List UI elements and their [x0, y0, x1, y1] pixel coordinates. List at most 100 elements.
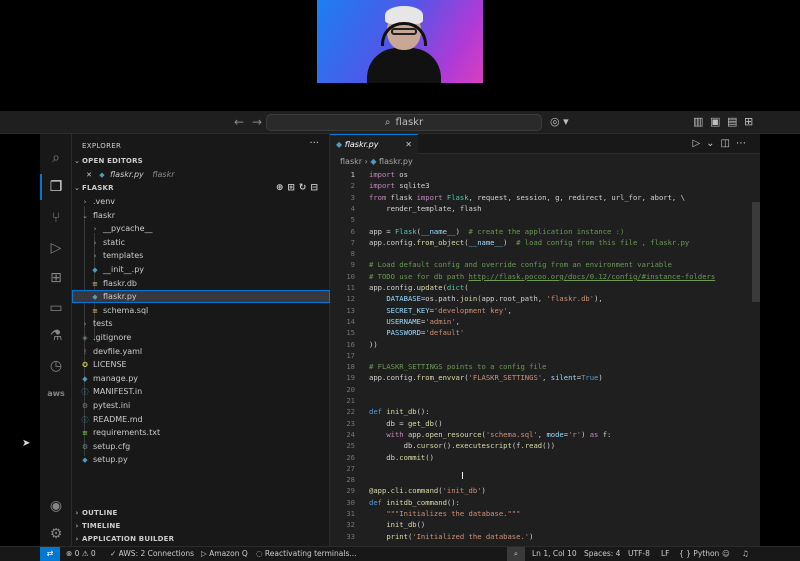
search-icon[interactable]: ⌕ — [46, 148, 66, 168]
remote-indicator[interactable]: ⇄ — [40, 547, 60, 561]
explorer-icon[interactable]: ❐ — [40, 174, 66, 200]
close-tab-icon[interactable]: ✕ — [405, 135, 412, 154]
outline-section[interactable]: › OUTLINE — [72, 507, 330, 520]
code-line[interactable]: 18 # FLASKR_SETTINGS points to a config f… — [330, 361, 760, 372]
code-line[interactable]: 15 PASSWORD='default' — [330, 327, 760, 338]
breadcrumb-folder[interactable]: flaskr — [340, 157, 362, 166]
explorer-more-actions[interactable]: ··· — [309, 138, 319, 149]
file-item[interactable]: ≡ flaskr.db — [72, 277, 330, 290]
chevron-down-icon[interactable]: ⌄ — [706, 138, 720, 149]
breadcrumb-file[interactable]: flaskr.py — [379, 157, 413, 166]
file-item[interactable]: ◆ __init__.py — [72, 263, 330, 276]
timeline-section[interactable]: › TIMELINE — [72, 520, 330, 533]
toggle-primary-sidebar-icon[interactable]: ▥ — [693, 115, 703, 128]
code-line[interactable]: 14 USERNAME='admin', — [330, 316, 760, 327]
new-folder-icon[interactable]: ⊞ — [287, 183, 299, 193]
scrollbar-thumb[interactable] — [752, 202, 760, 302]
tab-flaskr-py[interactable]: ◆ flaskr.py ✕ — [330, 134, 418, 154]
code-line[interactable]: 1 import os — [330, 169, 760, 180]
code-line[interactable]: 26 db.commit() — [330, 452, 760, 463]
editor-scrollbar[interactable] — [752, 154, 760, 546]
folder-item[interactable]: › __pycache__ — [72, 222, 330, 235]
file-item[interactable]: ⚙ pytest.ini — [72, 399, 330, 412]
notifications-icon[interactable]: ♫ — [742, 547, 749, 561]
file-item[interactable]: ⚙ setup.cfg — [72, 440, 330, 453]
file-item[interactable]: ◈ .gitignore — [72, 331, 330, 344]
code-line[interactable]: 30 def initdb_command(): — [330, 497, 760, 508]
code-line[interactable]: 6 app = Flask(__name__) # create the appl… — [330, 226, 760, 237]
more-actions-icon[interactable]: ⋯ — [736, 138, 752, 149]
folder-item[interactable]: › tests — [72, 317, 330, 330]
code-line[interactable]: 22 def init_db(): — [330, 406, 760, 417]
remote-explorer-icon[interactable]: ▭ — [46, 298, 66, 318]
code-line[interactable]: 8 — [330, 248, 760, 259]
code-line[interactable]: 13 SECRET_KEY='development key', — [330, 305, 760, 316]
code-line[interactable]: 29 @app.cli.command('init_db') — [330, 485, 760, 496]
account-icon[interactable]: ◉ — [46, 496, 66, 516]
code-line[interactable]: 17 — [330, 350, 760, 361]
back-button[interactable]: ← — [234, 115, 244, 129]
folder-item[interactable]: › .venv — [72, 195, 330, 208]
gitlens-icon[interactable]: ◷ — [46, 356, 66, 376]
code-line[interactable]: 4 render_template, flash — [330, 203, 760, 214]
code-line[interactable]: 33 print('Initialized the database.') — [330, 531, 760, 542]
code-line[interactable]: 21 — [330, 395, 760, 406]
indentation[interactable]: Spaces: 4 — [584, 547, 620, 561]
file-item[interactable]: ◆ manage.py — [72, 372, 330, 385]
command-center[interactable]: ⌕ flaskr — [266, 114, 542, 131]
new-file-icon[interactable]: ⊕ — [276, 183, 288, 193]
code-line[interactable]: 25 db.cursor().executescript(f.read()) — [330, 440, 760, 451]
testing-icon[interactable]: ⚗ — [46, 326, 66, 346]
code-line[interactable]: 7 app.config.from_object(__name__) # load… — [330, 237, 760, 248]
collapse-all-icon[interactable]: ⊟ — [310, 183, 322, 193]
forward-button[interactable]: → — [252, 115, 262, 129]
code-line[interactable]: 9 # Load default config and override conf… — [330, 259, 760, 270]
file-item[interactable]: ⓘ README.md — [72, 413, 330, 426]
aws-toolkit-icon[interactable]: aws — [46, 384, 66, 404]
file-item[interactable]: ◆ flaskr.py — [72, 290, 330, 304]
code-line[interactable]: 28 — [330, 474, 760, 485]
folder-item[interactable]: › static — [72, 236, 330, 249]
file-item[interactable]: ≡ requirements.txt — [72, 426, 330, 439]
run-python-icon[interactable]: ▷ — [692, 138, 706, 149]
file-item[interactable]: ✪ LICENSE — [72, 358, 330, 371]
split-editor-icon[interactable]: ◫ — [721, 138, 736, 149]
toggle-secondary-sidebar-icon[interactable]: ▤ — [727, 115, 737, 128]
source-control-icon[interactable]: ⑂ — [46, 208, 66, 228]
problems-indicator[interactable]: ⊗ 0 ⚠ 0 — [66, 547, 96, 561]
customize-layout-icon[interactable]: ⊞ — [744, 115, 753, 128]
code-line[interactable]: 23 db = get_db() — [330, 418, 760, 429]
end-of-line[interactable]: LF — [661, 547, 670, 561]
file-item[interactable]: ◆ setup.py — [72, 453, 330, 466]
settings-gear-icon[interactable]: ⚙ — [46, 524, 66, 544]
file-item[interactable]: ⓘ MANIFEST.in — [72, 385, 330, 398]
open-editors-section[interactable]: ⌄ OPEN EDITORS — [72, 155, 330, 168]
application-builder-section[interactable]: › APPLICATION BUILDER — [72, 533, 330, 546]
code-line[interactable]: 16)) — [330, 339, 760, 350]
code-line[interactable]: 10 # TODO use for db path http://flask.po… — [330, 271, 760, 282]
folder-item[interactable]: › templates — [72, 249, 330, 262]
code-line[interactable]: 27 — [330, 463, 760, 474]
code-line[interactable]: 19 app.config.from_envvar('FLASKR_SETTING… — [330, 372, 760, 383]
workspace-root[interactable]: ⌄ FLASKR ⊕⊞↻⊟ — [72, 182, 330, 195]
file-item[interactable]: ≡ schema.sql — [72, 304, 330, 317]
code-line[interactable]: 24 with app.open_resource('schema.sql', … — [330, 429, 760, 440]
aws-connections[interactable]: ✓ AWS: 2 Connections — [110, 547, 194, 561]
cursor-position[interactable]: Ln 1, Col 10 — [532, 547, 577, 561]
run-debug-icon[interactable]: ▷ — [46, 238, 66, 258]
code-line[interactable]: 2 import sqlite3 — [330, 180, 760, 191]
code-line[interactable]: 20 — [330, 384, 760, 395]
code-line[interactable]: 12 DATABASE=os.path.join(app.root_path, … — [330, 293, 760, 304]
copilot-status-icon[interactable]: ☺ — [722, 547, 730, 561]
language-mode[interactable]: { } Python — [679, 547, 719, 561]
close-icon[interactable]: ✕ — [84, 169, 94, 182]
code-line[interactable]: 5 — [330, 214, 760, 225]
extensions-icon[interactable]: ⊞ — [46, 268, 66, 288]
amazon-q-status[interactable]: ▷ Amazon Q — [201, 547, 248, 561]
code-line[interactable]: 3 from flask import Flask, request, sessi… — [330, 192, 760, 203]
code-line[interactable]: 11 app.config.update(dict( — [330, 282, 760, 293]
code-line[interactable]: 31 """Initializes the database.""" — [330, 508, 760, 519]
copilot-icon[interactable]: ◎ ▾ — [550, 115, 569, 128]
toggle-panel-icon[interactable]: ▣ — [710, 115, 720, 128]
refresh-icon[interactable]: ↻ — [299, 183, 311, 193]
